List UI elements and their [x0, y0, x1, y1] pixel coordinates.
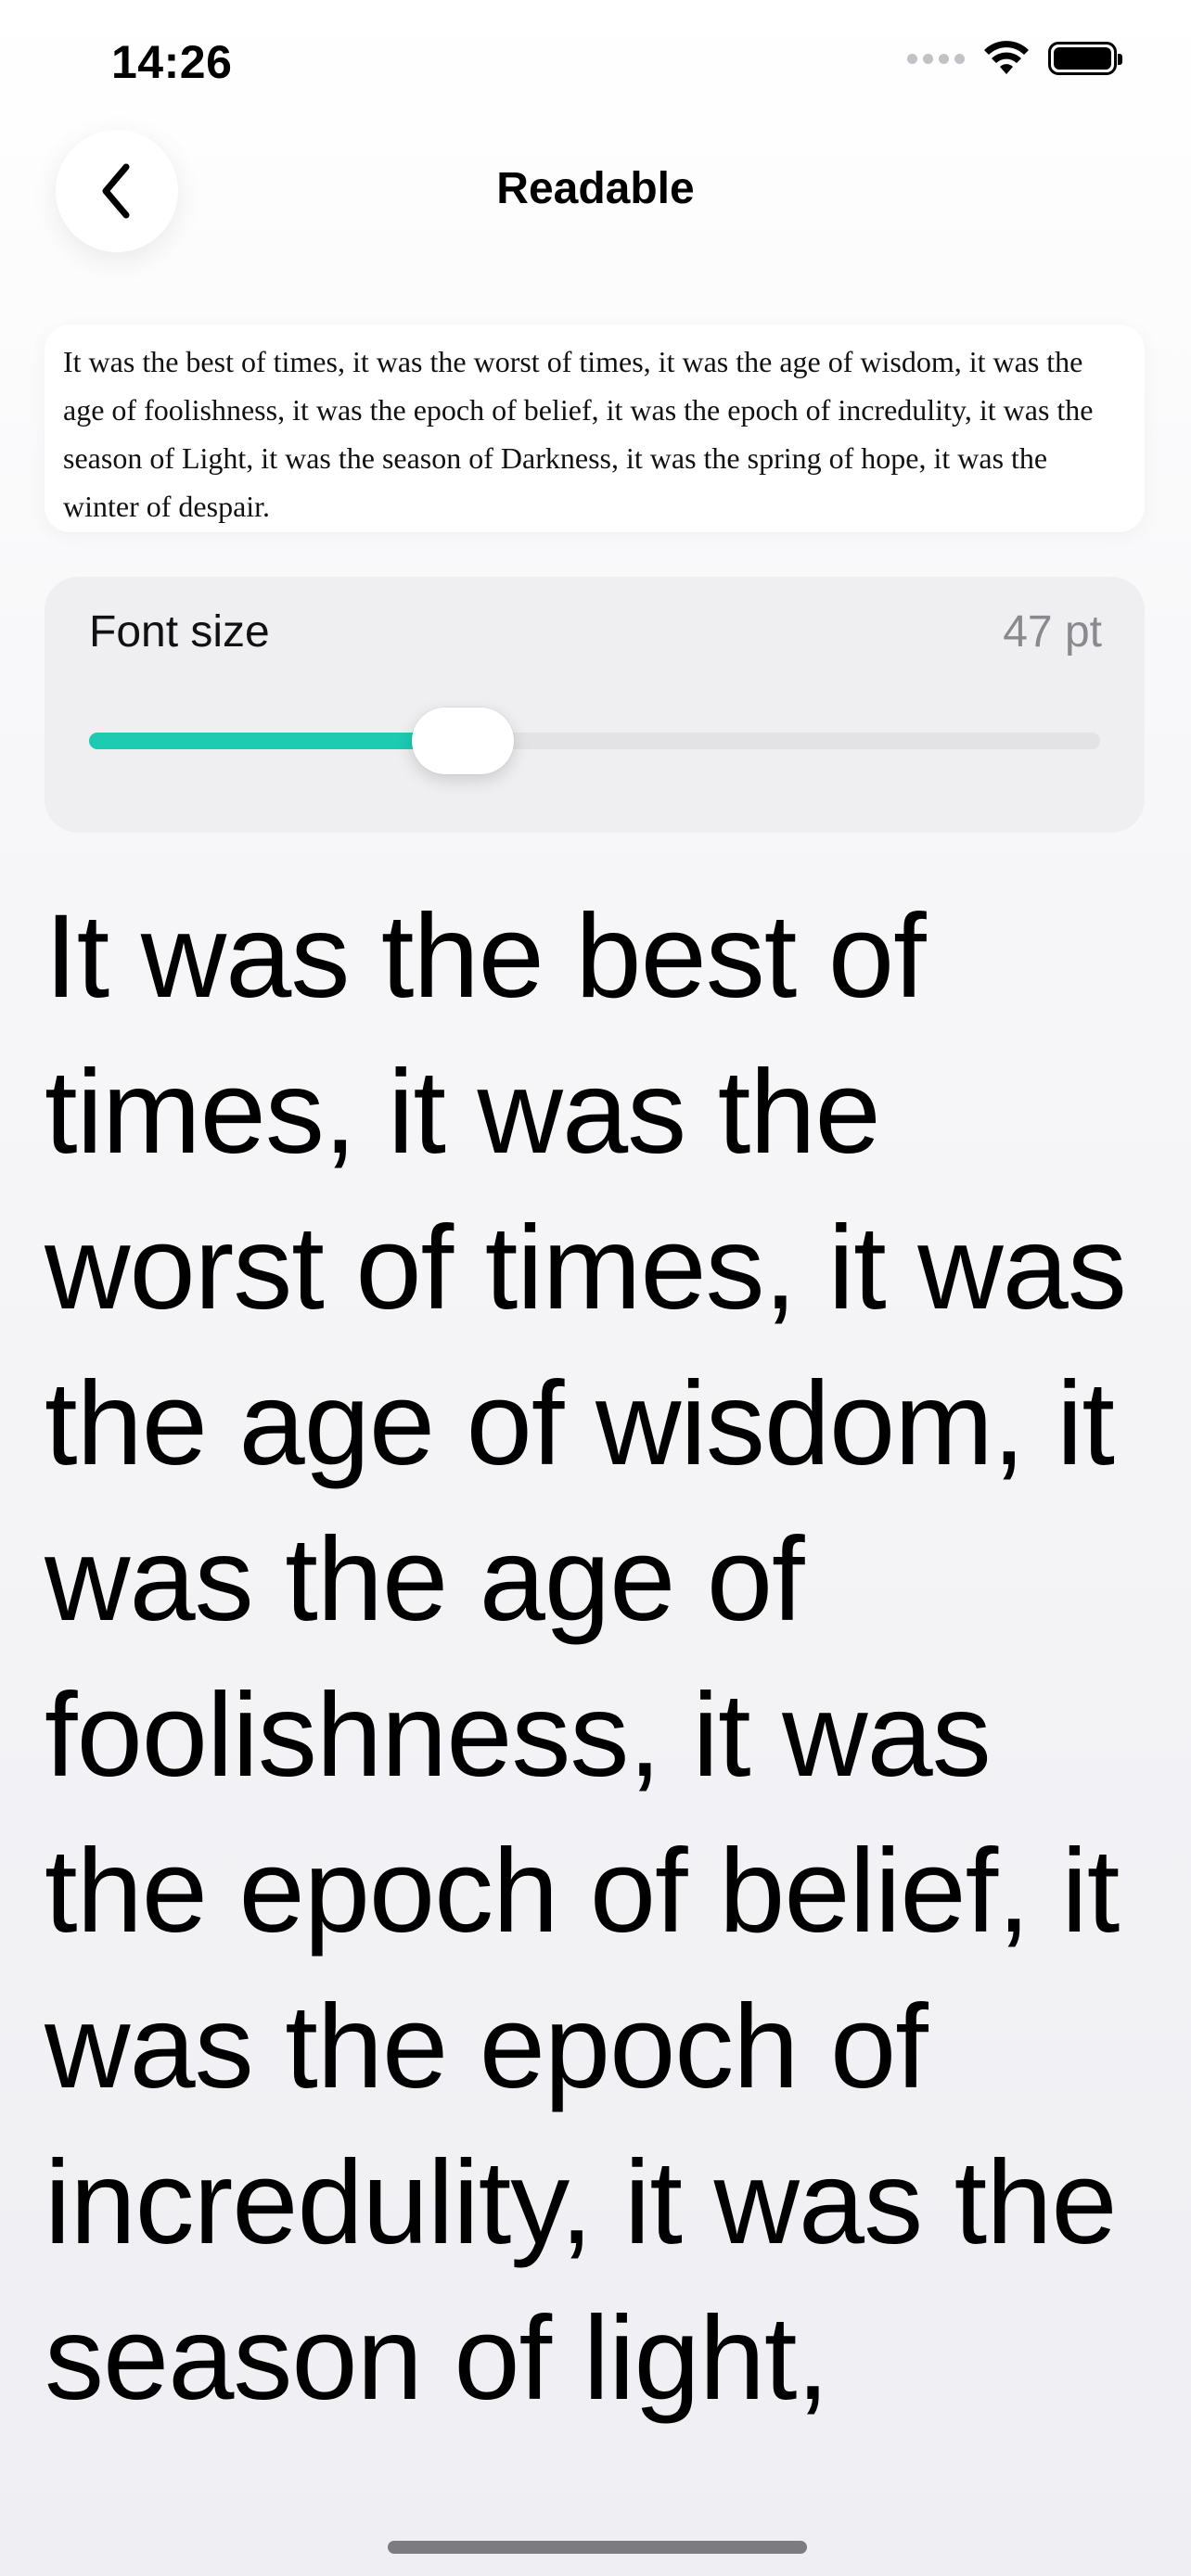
font-size-slider[interactable]	[89, 708, 1100, 774]
home-indicator[interactable]	[388, 2541, 807, 2554]
slider-fill	[89, 733, 464, 749]
status-icons	[907, 41, 1122, 76]
wifi-icon	[984, 41, 1029, 74]
slider-thumb[interactable]	[412, 708, 515, 774]
cellular-signal-icon	[907, 53, 965, 64]
preview-text: It was the best of times, it was the wor…	[63, 345, 1094, 523]
page-title: Readable	[496, 164, 695, 213]
status-time: 14:26	[111, 36, 233, 88]
battery-icon	[1048, 42, 1122, 75]
reading-text: It was the best of times, it was the wor…	[45, 890, 1127, 2425]
font-size-card: Font size 47 pt	[45, 577, 1145, 833]
preview-card: It was the best of times, it was the wor…	[45, 325, 1145, 532]
status-bar: 14:26	[0, 0, 1191, 130]
font-size-label: Font size	[89, 607, 270, 657]
font-size-value: 47 pt	[1003, 607, 1102, 657]
